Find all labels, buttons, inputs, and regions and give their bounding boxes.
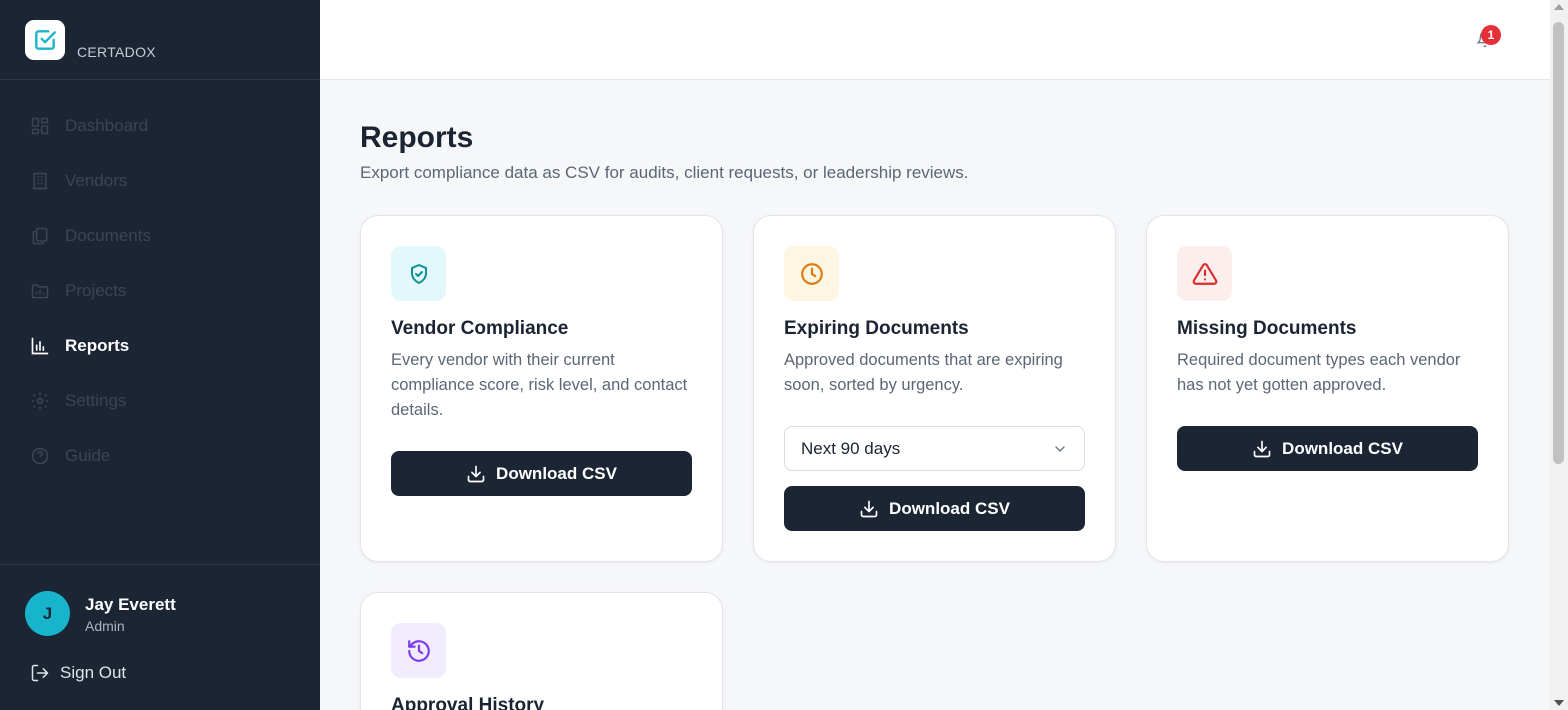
brand-logo[interactable] — [25, 20, 65, 60]
shield-check-icon — [410, 263, 427, 284]
sidebar-item-settings[interactable]: Settings — [0, 373, 320, 428]
sidebar-item-dashboard[interactable]: Dashboard — [0, 98, 320, 153]
brand-name: CERTADOX — [77, 44, 156, 60]
page-scrollbar[interactable] — [1550, 0, 1568, 710]
chevron-down-icon — [1055, 446, 1065, 452]
sidebar: CERTADOX Dashboard Vendors Documents Pro… — [0, 0, 320, 710]
scroll-down-arrow-icon[interactable] — [1554, 700, 1564, 706]
sidebar-item-label: Projects — [65, 280, 127, 300]
card-icon-container — [391, 623, 446, 678]
sign-out-label: Sign Out — [60, 663, 127, 682]
download-icon — [467, 465, 485, 482]
download-icon — [1253, 440, 1271, 457]
history-icon — [407, 639, 430, 662]
download-csv-button[interactable]: Download CSV — [784, 486, 1085, 531]
card-description: Approved documents that are expiring soo… — [784, 351, 1063, 394]
report-card-missing-documents: Missing Documents Required document type… — [1146, 215, 1509, 562]
button-label: Download CSV — [496, 463, 617, 483]
gear-icon — [30, 391, 50, 411]
sidebar-item-documents[interactable]: Documents — [0, 208, 320, 263]
checkbox-logo-icon — [35, 30, 56, 50]
clock-icon — [800, 262, 823, 285]
card-icon-container — [391, 246, 446, 301]
button-label: Download CSV — [1282, 438, 1403, 458]
scroll-up-arrow-icon[interactable] — [1554, 4, 1564, 10]
card-title: Vendor Compliance — [391, 318, 569, 339]
user-name: Jay Everett — [85, 595, 176, 614]
user-role: Admin — [85, 618, 125, 634]
card-description: Required document types each vendor has … — [1177, 351, 1461, 394]
sidebar-item-projects[interactable]: Projects — [0, 263, 320, 318]
page-subtitle: Export compliance data as CSV for audits… — [360, 163, 969, 182]
report-card-approval-history: Approval History — [360, 592, 723, 710]
date-range-select[interactable]: Next 90 days — [784, 426, 1085, 471]
sidebar-item-vendors[interactable]: Vendors — [0, 153, 320, 208]
scrollbar-thumb[interactable] — [1553, 22, 1564, 464]
sidebar-item-label: Dashboard — [65, 115, 149, 135]
notification-badge: 1 — [1481, 25, 1501, 45]
sidebar-item-label: Vendors — [65, 170, 128, 190]
sidebar-item-label: Settings — [65, 390, 127, 410]
download-csv-button[interactable]: Download CSV — [1177, 426, 1478, 471]
report-card-vendor-compliance: Vendor Compliance Every vendor with thei… — [360, 215, 723, 562]
documents-icon — [30, 226, 50, 246]
top-bar: 1 — [320, 0, 1550, 80]
grid-icon — [30, 116, 50, 136]
user-panel: J Jay Everett Admin Sign Out — [0, 564, 320, 710]
sign-out-button[interactable]: Sign Out — [30, 663, 126, 683]
card-title: Expiring Documents — [784, 318, 969, 339]
avatar[interactable]: J — [25, 591, 70, 636]
card-title: Approval History — [391, 695, 545, 710]
sidebar-item-guide[interactable]: Guide — [0, 428, 320, 483]
card-icon-container — [784, 246, 839, 301]
building-icon — [30, 171, 50, 191]
sign-out-icon — [31, 664, 49, 682]
card-title: Missing Documents — [1177, 318, 1357, 339]
sidebar-item-reports[interactable]: Reports — [0, 318, 320, 373]
download-csv-button[interactable]: Download CSV — [391, 451, 692, 496]
sidebar-item-label: Documents — [65, 225, 151, 245]
report-card-expiring-documents: Expiring Documents Approved documents th… — [753, 215, 1116, 562]
page-title: Reports — [360, 121, 474, 154]
button-label: Download CSV — [889, 498, 1010, 518]
sidebar-nav: Dashboard Vendors Documents Projects Rep… — [0, 98, 320, 483]
card-description: Every vendor with their current complian… — [391, 351, 688, 419]
sidebar-item-label: Guide — [65, 445, 111, 465]
folder-chart-icon — [30, 281, 50, 301]
select-value: Next 90 days — [801, 438, 901, 458]
card-icon-container — [1177, 246, 1232, 301]
help-circle-icon — [30, 446, 50, 466]
brand: CERTADOX — [0, 0, 320, 80]
sidebar-item-label: Reports — [65, 335, 130, 355]
download-icon — [860, 500, 878, 517]
bar-chart-icon — [30, 336, 50, 356]
warning-triangle-icon — [1192, 262, 1217, 285]
